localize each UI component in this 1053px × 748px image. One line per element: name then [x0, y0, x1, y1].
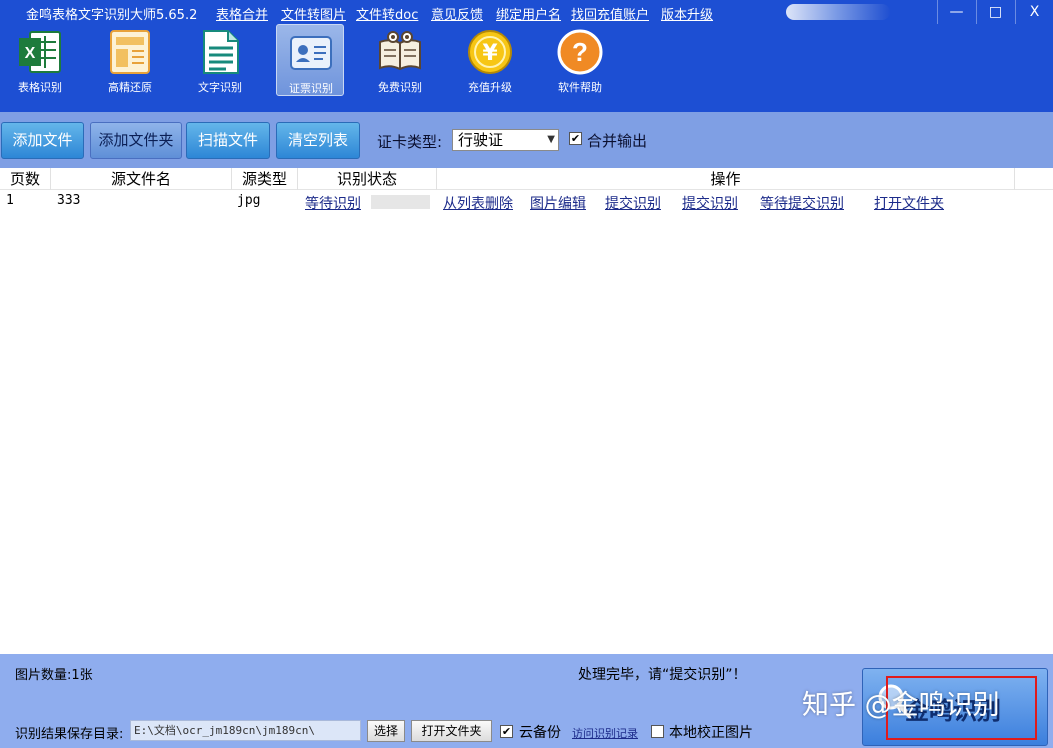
choose-dir-button[interactable]: 选择	[367, 720, 405, 742]
column-header-status[interactable]: 识别状态	[298, 168, 437, 190]
recognize-button-label: 金鸣识别	[905, 697, 1001, 725]
tool-label: 证票识别	[289, 82, 333, 95]
op-submit-recognition[interactable]: 提交识别	[605, 193, 661, 213]
menu-link-bind-username[interactable]: 绑定用户名	[496, 4, 561, 23]
cell-status[interactable]: 等待识别	[305, 193, 361, 213]
tool-text-recognition[interactable]: 文字识别	[186, 24, 254, 96]
tool-label: 文字识别	[198, 81, 242, 94]
action-bar: 添加文件 添加文件夹 扫描文件 清空列表 证卡类型: 行驶证 ▼ ✔ 合并输出	[0, 112, 1053, 168]
main-toolbar: X 表格识别 高精还原 文字识别 证票识别 免费识别 ¥ 充值升级 ? 软件帮助	[0, 24, 1053, 112]
svg-text:¥: ¥	[482, 41, 498, 66]
tool-high-precision-restore[interactable]: 高精还原	[96, 24, 164, 96]
menu-link-recover-account[interactable]: 找回充值账户	[571, 4, 649, 23]
open-folder-button[interactable]: 打开文件夹	[411, 720, 492, 742]
card-type-label: 证卡类型:	[377, 133, 443, 151]
file-table-header: 页数 源文件名 源类型 识别状态 操作	[0, 168, 1053, 190]
menu-link-upgrade[interactable]: 版本升级	[661, 4, 713, 23]
excel-icon: X	[19, 31, 61, 73]
chevron-down-icon: ▼	[547, 134, 555, 145]
menu-link-table-merge[interactable]: 表格合并	[216, 4, 268, 23]
tool-software-help[interactable]: ? 软件帮助	[546, 24, 614, 96]
table-row[interactable]: 1 333 jpg 等待识别 从列表删除 图片编辑 提交识别 提交识别 等待提交…	[0, 191, 1053, 213]
maximize-button[interactable]: □	[976, 0, 1014, 24]
tool-recharge-upgrade[interactable]: ¥ 充值升级	[456, 24, 524, 96]
tool-label: 软件帮助	[558, 81, 602, 94]
cell-page: 1	[6, 193, 14, 208]
column-header-type[interactable]: 源类型	[232, 168, 298, 190]
help-icon: ?	[557, 29, 603, 75]
recognition-progress-bar	[371, 195, 430, 209]
cell-filename: 333	[57, 193, 81, 208]
id-card-icon	[290, 36, 332, 70]
visit-records-link[interactable]: 访问识别记录	[572, 725, 638, 741]
image-count: 图片数量:1张	[15, 668, 93, 683]
tool-label: 充值升级	[468, 81, 512, 94]
document-layout-icon	[110, 30, 150, 74]
svg-text:X: X	[25, 45, 36, 62]
local-correct-checkbox[interactable]	[651, 725, 664, 738]
add-folder-button[interactable]: 添加文件夹	[90, 122, 182, 159]
op-waiting-submit[interactable]: 等待提交识别	[760, 193, 844, 213]
card-type-value: 行驶证	[458, 131, 504, 149]
close-button[interactable]: X	[1015, 0, 1053, 24]
recognize-button[interactable]: 金鸣识别	[862, 668, 1048, 746]
book-icon	[379, 31, 421, 71]
menu-link-feedback[interactable]: 意见反馈	[431, 4, 483, 23]
column-header-filename[interactable]: 源文件名	[51, 168, 232, 190]
merge-output-label: 合并输出	[587, 132, 648, 150]
op-open-folder[interactable]: 打开文件夹	[874, 193, 944, 213]
yen-coin-icon: ¥	[468, 30, 512, 74]
cloud-backup-checkbox[interactable]: ✔	[500, 725, 513, 738]
scan-file-button[interactable]: 扫描文件	[186, 122, 270, 159]
merge-output-checkbox[interactable]: ✔	[569, 132, 582, 145]
op-edit-image[interactable]: 图片编辑	[530, 193, 586, 213]
cell-type: jpg	[237, 193, 261, 208]
add-file-button[interactable]: 添加文件	[1, 122, 84, 159]
title-bar: 金鸣表格文字识别大师5.65.2 表格合并 文件转图片 文件转doc 意见反馈 …	[0, 0, 1053, 24]
tool-free-recognition[interactable]: 免费识别	[366, 24, 434, 96]
clear-list-button[interactable]: 清空列表	[276, 122, 360, 159]
save-dir-input[interactable]: E:\文档\ocr_jm189cn\jm189cn\	[130, 720, 361, 741]
menu-link-file-to-image[interactable]: 文件转图片	[281, 4, 346, 23]
tool-id-card-recognition[interactable]: 证票识别	[276, 24, 344, 96]
text-document-icon	[203, 30, 239, 74]
status-message: 处理完毕，请“提交识别”！	[578, 667, 747, 683]
card-type-select[interactable]: 行驶证 ▼	[452, 129, 559, 151]
tool-label: 表格识别	[18, 81, 62, 94]
tool-table-recognition[interactable]: X 表格识别	[6, 24, 74, 96]
tool-label: 高精还原	[108, 81, 152, 94]
app-title: 金鸣表格文字识别大师5.65.2	[26, 8, 198, 23]
minimize-button[interactable]: —	[937, 0, 975, 24]
menu-link-file-to-doc[interactable]: 文件转doc	[356, 4, 418, 23]
op-remove-from-list[interactable]: 从列表删除	[443, 193, 513, 213]
cloud-backup-label: 云备份	[519, 725, 561, 741]
tool-label: 免费识别	[378, 81, 422, 94]
save-dir-label: 识别结果保存目录:	[15, 727, 124, 742]
column-header-page[interactable]: 页数	[0, 168, 51, 190]
checkmark-icon: ✔	[570, 132, 581, 145]
op-submit-recognition-2[interactable]: 提交识别	[682, 193, 738, 213]
blurred-user-avatar	[786, 4, 890, 20]
svg-text:?: ?	[572, 37, 588, 67]
local-correct-label: 本地校正图片	[669, 725, 753, 741]
checkmark-icon: ✔	[501, 725, 512, 738]
column-header-operations[interactable]: 操作	[437, 168, 1015, 190]
